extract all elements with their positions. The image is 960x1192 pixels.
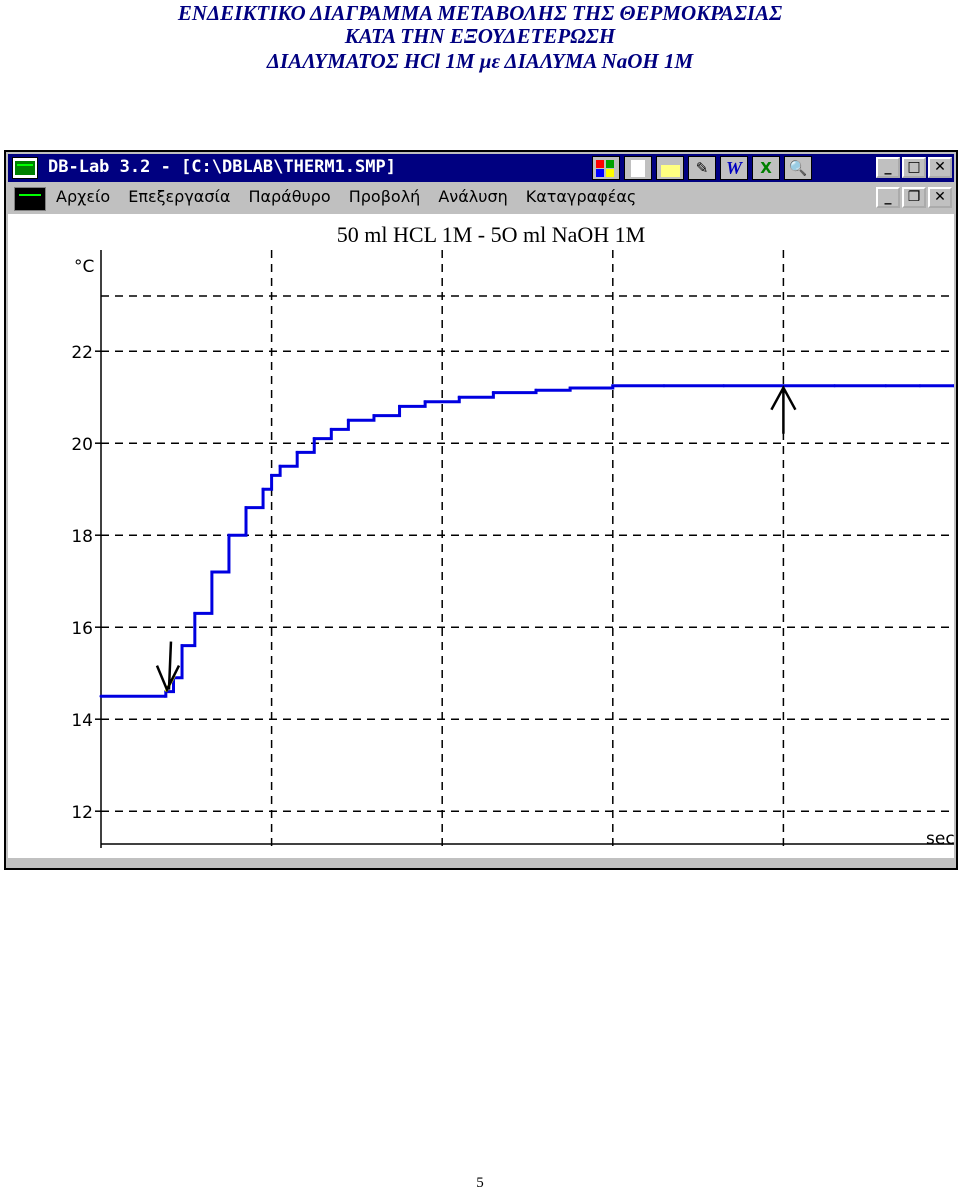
y-tick-label: 12 (71, 803, 93, 823)
magnifier-icon[interactable]: 🔍 (784, 156, 812, 180)
data-point (534, 388, 538, 392)
window-title-bar[interactable]: DB-Lab 3.2 - [C:\DBLAB\THERM1.SMP] ✎ W X… (8, 154, 954, 182)
menu-items: Αρχείο Επεξεργασία Παράθυρο Προβολή Ανάλ… (56, 187, 636, 206)
y-tick-label: 14 (71, 711, 93, 731)
title-toolbar: ✎ W X 🔍 (592, 156, 812, 180)
document-icon[interactable] (624, 156, 652, 180)
data-point (884, 384, 888, 388)
data-point (180, 644, 184, 648)
data-point (491, 391, 495, 395)
menu-logger[interactable]: Καταγραφέας (526, 187, 637, 206)
close-button[interactable]: ✕ (928, 157, 952, 178)
start-arrow (155, 641, 181, 693)
y-tick-label: 22 (71, 343, 93, 363)
y-tick-label: 18 (71, 527, 93, 547)
title-line-3: ΔΙΑΛΥΜΑΤΟΣ HCl 1M με ΔΙΑΛΥΜΑ NaOH 1M (266, 49, 694, 73)
data-point (193, 611, 197, 615)
chart-annotations (155, 385, 797, 693)
data-point (270, 473, 274, 477)
data-point (99, 694, 103, 698)
notebook-icon[interactable]: ✎ (688, 156, 716, 180)
menu-file[interactable]: Αρχείο (56, 187, 110, 206)
menu-view[interactable]: Προβολή (349, 187, 421, 206)
document-window-buttons: _ ❐ ✕ (876, 187, 952, 208)
data-point (918, 384, 922, 388)
window-buttons: _ □ ✕ (876, 157, 952, 178)
menu-window[interactable]: Παράθυρο (248, 187, 330, 206)
doc-close-button[interactable]: ✕ (928, 187, 952, 208)
page-number: 5 (476, 1175, 484, 1191)
data-point (163, 694, 167, 698)
data-point (346, 418, 350, 422)
menu-edit[interactable]: Επεξεργασία (128, 187, 230, 206)
doc-restore-button[interactable]: ❐ (902, 187, 926, 208)
data-point (329, 427, 333, 431)
temperature-line (101, 384, 954, 698)
excel-icon[interactable]: X (752, 156, 780, 180)
data-point (611, 384, 615, 388)
data-point (722, 384, 726, 388)
data-point (312, 437, 316, 441)
chart-area: 50 ml HCL 1M - 5O ml NaOH 1M °C sec 12 14… (8, 214, 954, 858)
data-point (568, 386, 572, 390)
word-icon[interactable]: W (720, 156, 748, 180)
maximize-button[interactable]: □ (902, 157, 926, 178)
minimize-button[interactable]: _ (876, 157, 900, 178)
data-point (244, 506, 248, 510)
title-line-1: ΕΝΔΕΙΚΤΙΚΟ ΔΙΑΓΡΑΜΜΑ ΜΕΤΑΒΟΛΗΣ ΤΗΣ ΘΕΡΜΟ… (177, 1, 783, 25)
window-title: DB-Lab 3.2 - [C:\DBLAB\THERM1.SMP] (48, 157, 396, 177)
data-point (423, 400, 427, 404)
data-point (227, 533, 231, 537)
data-point (372, 414, 376, 418)
y-tick-label: 16 (71, 619, 93, 639)
data-point (261, 487, 265, 491)
data-point (833, 384, 837, 388)
data-point (295, 450, 299, 454)
color-grid-icon[interactable] (592, 156, 620, 180)
dblab-window: DB-Lab 3.2 - [C:\DBLAB\THERM1.SMP] ✎ W X… (4, 150, 958, 870)
data-point (398, 404, 402, 408)
chart-title: 50 ml HCL 1M - 5O ml NaOH 1M (337, 222, 645, 247)
temperature-chart: 50 ml HCL 1M - 5O ml NaOH 1M °C sec 12 14… (71, 222, 954, 849)
data-point (457, 395, 461, 399)
y-tick-label: 20 (71, 435, 93, 455)
data-point (662, 384, 666, 388)
app-icon[interactable] (12, 157, 38, 179)
chart-series (99, 384, 954, 698)
x-axis-label: sec (926, 829, 954, 849)
menu-analysis[interactable]: Ανάλυση (438, 187, 507, 206)
document-window-icon[interactable] (14, 187, 46, 211)
title-line-2: ΚΑΤΑ ΤΗΝ ΕΞΟΥΔΕΤΕΡΩΣΗ (344, 24, 616, 48)
open-folder-icon[interactable] (656, 156, 684, 180)
data-point (210, 570, 214, 574)
document-title: ΕΝΔΕΙΚΤΙΚΟ ΔΙΑΓΡΑΜΜΑ ΜΕΤΑΒΟΛΗΣ ΤΗΣ ΘΕΡΜΟ… (0, 2, 960, 74)
doc-minimize-button[interactable]: _ (876, 187, 900, 208)
data-point (278, 464, 282, 468)
menu-bar: Αρχείο Επεξεργασία Παράθυρο Προβολή Ανάλ… (8, 182, 954, 214)
y-axis-label: °C (74, 257, 94, 277)
end-arrow (770, 385, 797, 434)
y-axis-ticks: 12 14 16 18 20 22 (71, 343, 101, 823)
